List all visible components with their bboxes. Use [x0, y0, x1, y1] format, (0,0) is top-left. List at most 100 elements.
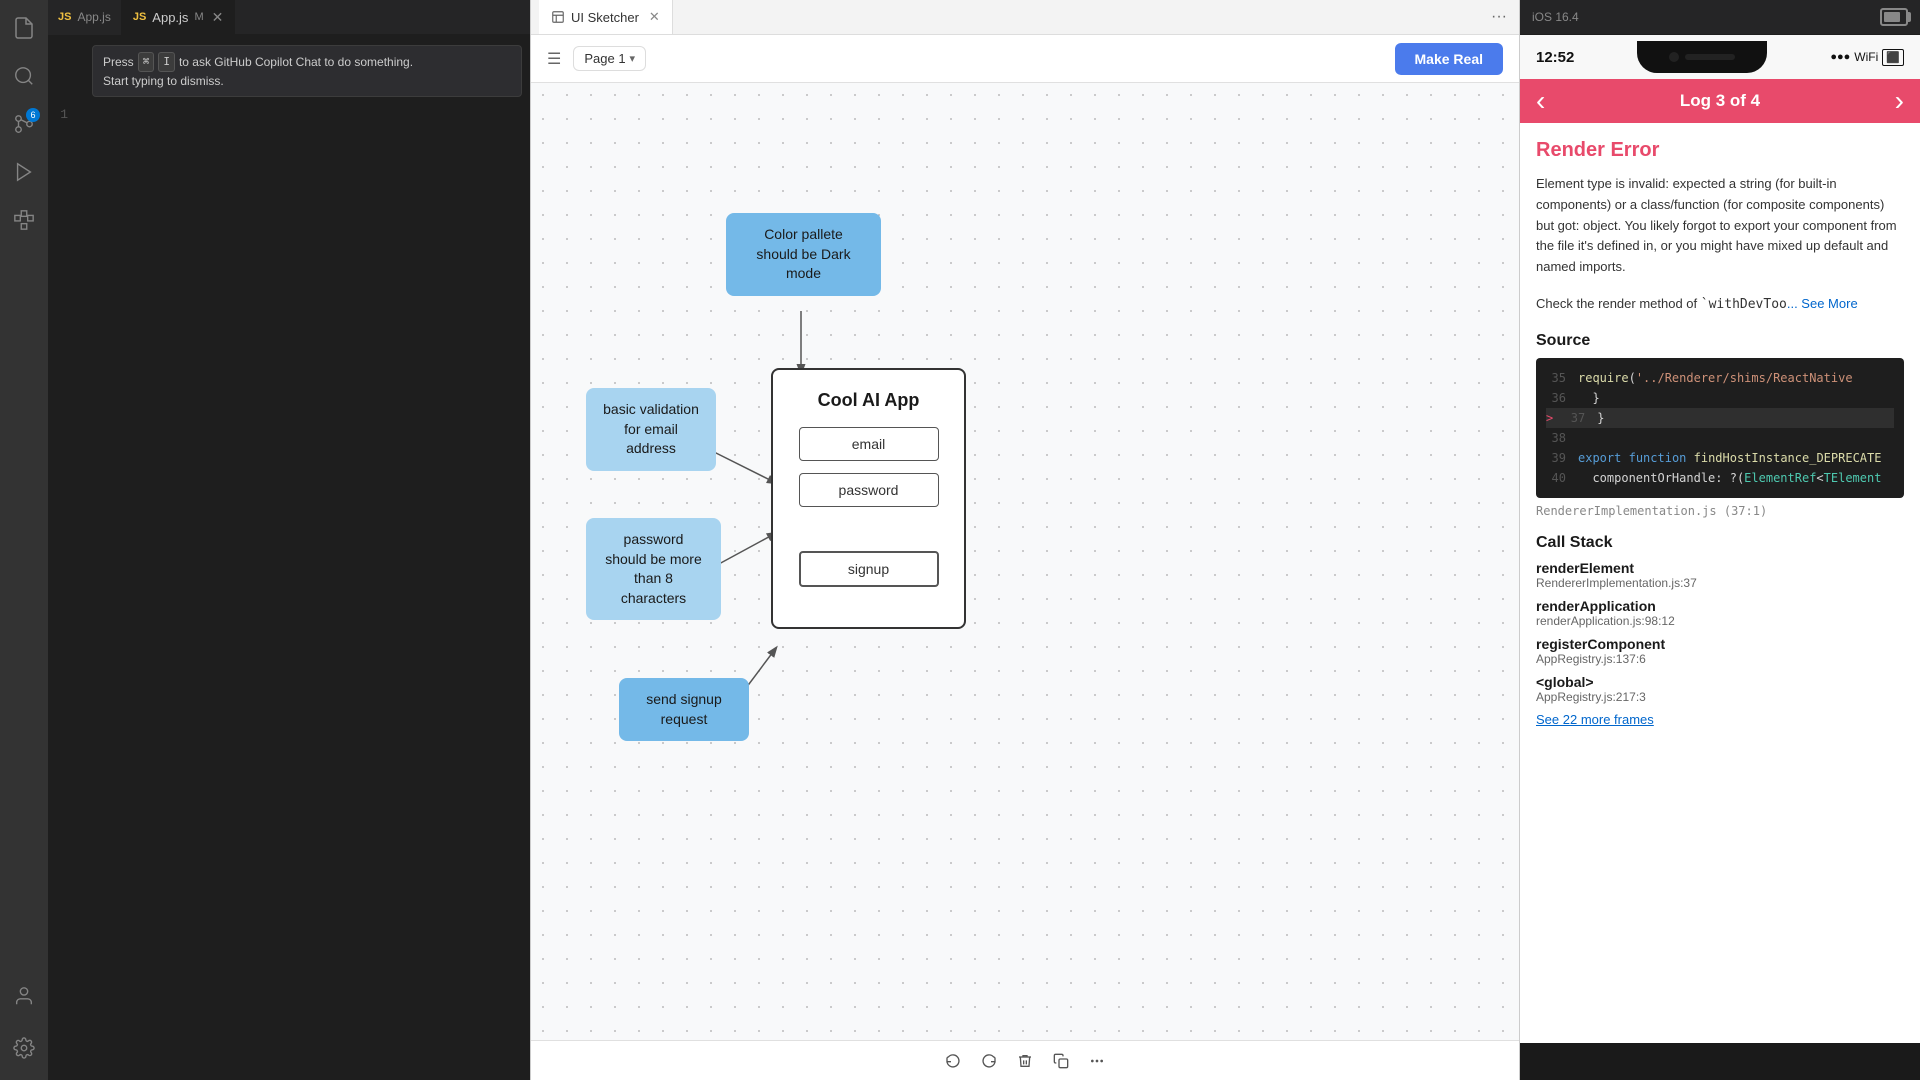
device-nav-bar: ‹ Log 3 of 4 › — [1520, 79, 1920, 123]
password-validation-text: password should be more than 8 character… — [605, 531, 702, 606]
copilot-notification: Press ⌘ I to ask GitHub Copilot Chat to … — [92, 45, 522, 97]
stack-fn-location-2: AppRegistry.js:137:6 — [1536, 652, 1904, 666]
color-palette-box[interactable]: Color pallete should be Dark mode — [726, 213, 881, 296]
line-num-1: 1 — [48, 105, 84, 125]
sketcher-canvas[interactable]: Color pallete should be Dark mode basic … — [531, 83, 1519, 1040]
tab-close-icon[interactable]: ✕ — [212, 9, 224, 26]
sketcher-tab-more-btn[interactable]: ··· — [1487, 4, 1511, 30]
stack-entry-2: registerComponent AppRegistry.js:137:6 — [1536, 636, 1904, 666]
editor-tab-bar: JS App.js JS App.js M ✕ — [48, 0, 530, 35]
stack-fn-name-2: registerComponent — [1536, 636, 1904, 652]
sketcher-toolbar: ☰ Page 1 ▾ Make Real — [531, 35, 1519, 83]
app-title: Cool AI App — [818, 390, 920, 411]
editor-body: Press ⌘ I to ask GitHub Copilot Chat to … — [48, 35, 530, 1080]
call-stack-title: Call Stack — [1536, 534, 1904, 552]
sketcher-tab-close[interactable]: ✕ — [649, 9, 660, 25]
delete-button[interactable] — [1009, 1045, 1041, 1077]
nav-title: Log 3 of 4 — [1680, 91, 1760, 111]
stack-fn-location-0: RendererImplementation.js:37 — [1536, 576, 1904, 590]
render-error-title: Render Error — [1536, 139, 1904, 162]
email-input-sketch: email — [799, 427, 939, 461]
code-line-1: 1 — [48, 105, 530, 125]
renderer-location: RendererImplementation.js (37:1) — [1536, 504, 1904, 518]
copilot-key1: ⌘ — [138, 52, 155, 72]
files-icon[interactable] — [0, 4, 48, 52]
nav-back-arrow[interactable]: ‹ — [1536, 85, 1545, 117]
settings-icon[interactable] — [0, 1024, 48, 1072]
device-panel: iOS 16.4 12:52 ●●● WiFi ⬛ ‹ Log 3 of 4 › — [1520, 0, 1920, 1080]
code-area[interactable]: 1 — [48, 101, 530, 1080]
toolbar-hamburger-icon[interactable]: ☰ — [547, 49, 561, 69]
source-control-badge: 6 — [26, 108, 40, 122]
editor-panel: JS App.js JS App.js M ✕ Press ⌘ I to ask — [48, 0, 530, 1080]
extensions-icon[interactable] — [0, 196, 48, 244]
stack-fn-name-0: renderElement — [1536, 560, 1904, 576]
password-validation-box[interactable]: password should be more than 8 character… — [586, 518, 721, 620]
page-label: Page 1 — [584, 51, 625, 66]
see-more-frames-link[interactable]: See 22 more frames — [1536, 712, 1904, 727]
color-palette-text: Color pallete should be Dark mode — [756, 226, 850, 281]
code-line-37: > 37 } — [1546, 408, 1894, 428]
stack-entry-3: <global> AppRegistry.js:217:3 — [1536, 674, 1904, 704]
sketcher-bottom-toolbar — [531, 1040, 1519, 1080]
copilot-key2: I — [158, 52, 175, 72]
chevron-down-icon: ▾ — [630, 52, 636, 65]
call-stack-section: Call Stack renderElement RendererImpleme… — [1536, 534, 1904, 727]
account-icon[interactable] — [0, 972, 48, 1020]
copilot-line2: to ask GitHub Copilot Chat to do somethi… — [179, 53, 413, 71]
signup-button-sketch[interactable]: signup — [799, 551, 939, 587]
stack-fn-location-1: renderApplication.js:98:12 — [1536, 614, 1904, 628]
send-signup-box[interactable]: send signup request — [619, 678, 749, 741]
email-validation-text: basic validation for email address — [603, 401, 699, 456]
page-selector[interactable]: Page 1 ▾ — [573, 46, 646, 71]
sketcher-tab-icon — [551, 10, 565, 24]
search-icon[interactable] — [0, 52, 48, 100]
password-input-sketch: password — [799, 473, 939, 507]
run-icon[interactable] — [0, 148, 48, 196]
tab-modified-indicator: M — [194, 11, 203, 23]
stack-fn-name-1: renderApplication — [1536, 598, 1904, 614]
source-title: Source — [1536, 332, 1904, 350]
tab-filename: App.js — [152, 10, 188, 25]
code-line-40: 40 componentOrHandle: ?(ElementRef<TElem… — [1546, 468, 1894, 488]
more-tools-button[interactable] — [1081, 1045, 1113, 1077]
nav-forward-arrow[interactable]: › — [1895, 85, 1904, 117]
explorer-filename: App.js — [77, 10, 110, 24]
stack-entry-1: renderApplication renderApplication.js:9… — [1536, 598, 1904, 628]
code-line-36: 36 } — [1546, 388, 1894, 408]
device-time: 12:52 — [1536, 49, 1574, 66]
source-section: Source 35 require('../Renderer/shims/Rea… — [1536, 332, 1904, 518]
sketcher-tab[interactable]: UI Sketcher ✕ — [539, 0, 673, 34]
code-line-39: 39 export function findHostInstance_DEPR… — [1546, 448, 1894, 468]
undo-button[interactable] — [937, 1045, 969, 1077]
code-block: 35 require('../Renderer/shims/ReactNativ… — [1536, 358, 1904, 498]
copy-button[interactable] — [1045, 1045, 1077, 1077]
stack-entry-0: renderElement RendererImplementation.js:… — [1536, 560, 1904, 590]
sketcher-tab-label: UI Sketcher — [571, 10, 639, 25]
error-check-text: Check the render method of `withDevToo..… — [1536, 294, 1904, 316]
see-more-link[interactable]: ... See More — [1787, 296, 1858, 311]
stack-fn-location-3: AppRegistry.js:217:3 — [1536, 690, 1904, 704]
stack-fn-name-3: <global> — [1536, 674, 1904, 690]
email-validation-box[interactable]: basic validation for email address — [586, 388, 716, 471]
device-panel-header: iOS 16.4 — [1520, 0, 1920, 35]
device-status-icons: ●●● WiFi ⬛ — [1830, 49, 1904, 66]
copilot-line3: Start typing to dismiss. — [103, 72, 511, 90]
ios-version-label: iOS 16.4 — [1532, 10, 1579, 24]
js-file-icon-small: JS — [58, 11, 71, 23]
source-control-icon[interactable]: 6 — [0, 100, 48, 148]
error-content: Render Error Element type is invalid: ex… — [1520, 123, 1920, 1043]
editor-tab-appjs[interactable]: JS App.js M ✕ — [121, 0, 237, 34]
code-line-38: 38 — [1546, 428, 1894, 448]
send-signup-text: send signup request — [646, 691, 722, 727]
sketcher-panel: UI Sketcher ✕ ··· ☰ Page 1 ▾ Make Real — [530, 0, 1520, 1080]
js-file-icon: JS — [133, 11, 146, 23]
redo-button[interactable] — [973, 1045, 1005, 1077]
error-description: Element type is invalid: expected a stri… — [1536, 174, 1904, 278]
make-real-button[interactable]: Make Real — [1395, 43, 1503, 75]
sketcher-tab-bar: UI Sketcher ✕ ··· — [531, 0, 1519, 35]
copilot-press-label: Press — [103, 53, 134, 71]
app-frame[interactable]: Cool AI App email password signup — [771, 368, 966, 629]
activity-bar: 6 — [0, 0, 48, 1080]
code-line-35: 35 require('../Renderer/shims/ReactNativ… — [1546, 368, 1894, 388]
